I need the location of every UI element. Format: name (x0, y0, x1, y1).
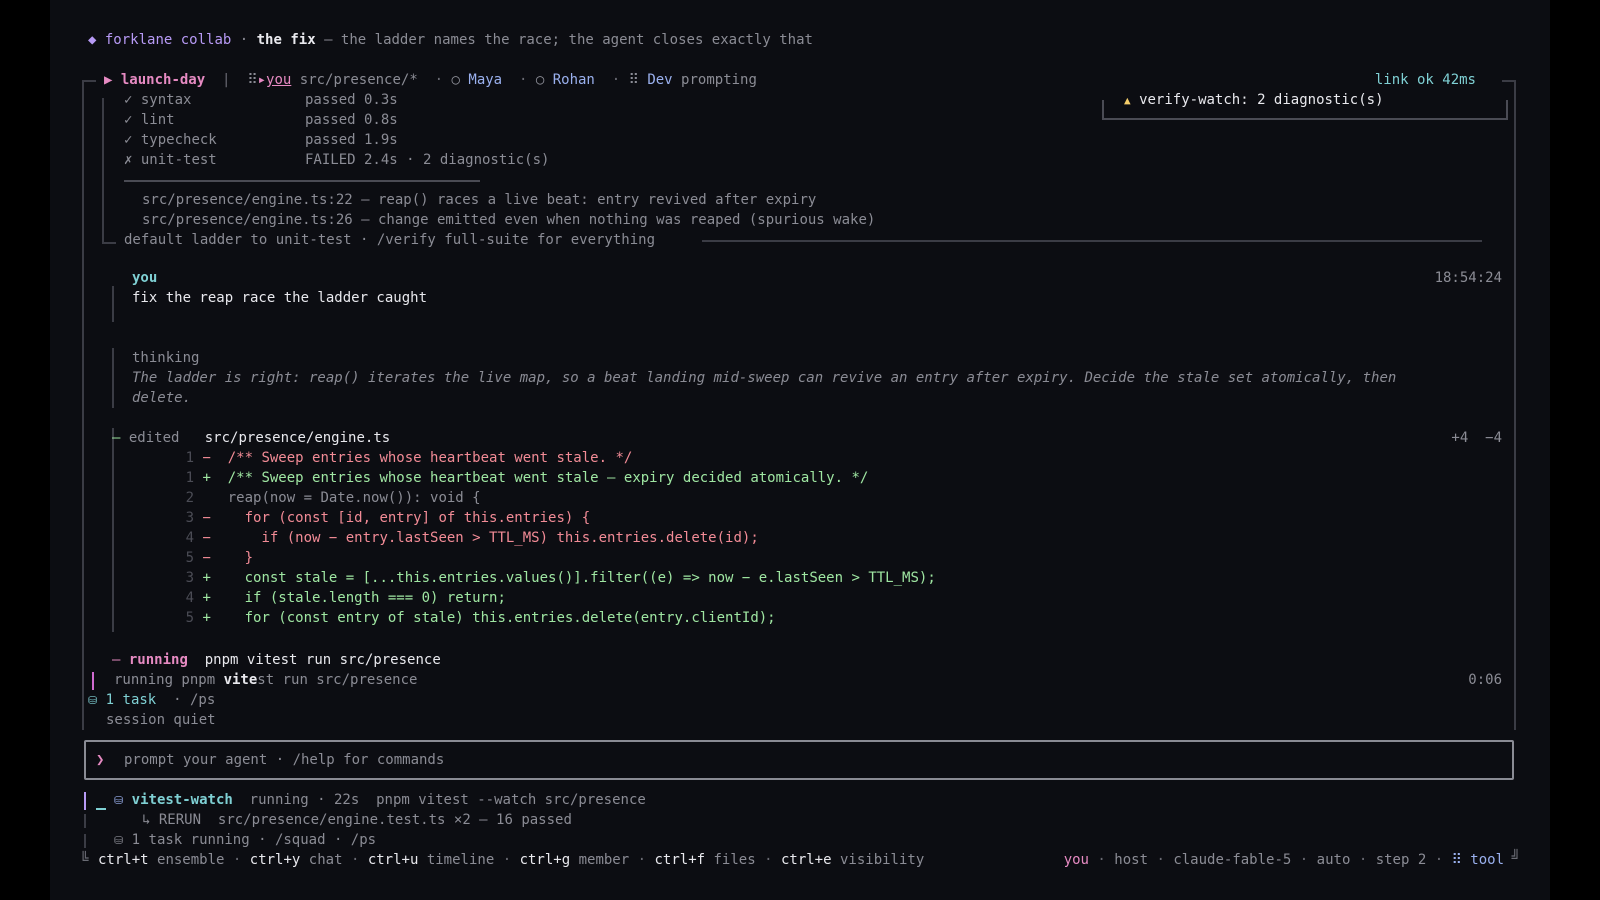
page-title: the fix (256, 32, 316, 48)
ladder-rail (102, 98, 104, 244)
diff-line: 5 − } (185, 550, 254, 566)
thinking-rail (112, 348, 114, 408)
stack-icon: ⛁ (114, 834, 124, 847)
check-row: ✓ typecheck (124, 132, 217, 148)
ps-command[interactable]: /ps (190, 692, 215, 708)
divider (124, 180, 480, 182)
stack-icon: ⛁ (114, 794, 124, 807)
check-row: ✓ lint (124, 112, 175, 128)
rerun-line: ↳ RERUN src/presence/engine.test.ts ×2 —… (142, 812, 572, 828)
session-status: session quiet (106, 712, 216, 728)
member-you[interactable]: you (266, 72, 291, 88)
member-maya[interactable]: Maya (468, 72, 502, 88)
diagnostic-line[interactable]: src/presence/engine.ts:22 — reap() races… (142, 190, 816, 210)
edit-rail (112, 428, 114, 632)
shortcut-key[interactable]: ctrl+g (520, 852, 571, 868)
status-user: you (1063, 852, 1089, 868)
circle-icon: ○ (451, 72, 460, 88)
circle-icon: ○ (535, 72, 545, 88)
message-time: 18:54:24 (1434, 270, 1502, 286)
edit-header[interactable]: — edited src/presence/engine.ts (112, 428, 390, 448)
diagnostic-line[interactable]: src/presence/engine.ts:26 — change emitt… (142, 210, 875, 230)
diff-stats: +4 −4 (1451, 430, 1502, 446)
message-rail (112, 286, 114, 322)
message-text: fix the reap race the ladder caught (132, 290, 428, 306)
running-cmd: pnpm vitest run src/presence (204, 652, 441, 668)
terminal-window: ◆ forklane collab · the fix — the ladder… (50, 0, 1550, 900)
diamond-icon: ◆ (88, 32, 97, 48)
shortcut-key[interactable]: ctrl+u (368, 852, 419, 868)
prompt-placeholder: prompt your agent · /help for commands (124, 752, 445, 768)
shortcut-key[interactable]: ctrl+f (654, 852, 705, 868)
message-author: you (132, 270, 158, 286)
watch-status: running · 22s pnpm vitest --watch src/pr… (249, 792, 646, 808)
status-model[interactable]: claude-fable-5 (1173, 852, 1291, 868)
prompt-caret-icon: ❯ (96, 752, 105, 768)
shortcut-key[interactable]: ctrl+y (250, 852, 301, 868)
thinking-label: thinking (132, 350, 200, 366)
task-running-line: ⛁ 1 task running · /squad · /ps (114, 832, 377, 848)
check-row: ✓ syntax (124, 92, 192, 108)
edit-label: edited (128, 430, 180, 446)
edit-file: src/presence/engine.ts (204, 430, 391, 446)
watch-indicator (84, 792, 86, 810)
shortcut-bar: ctrl+t ensemble · ctrl+y chat · ctrl+u t… (98, 852, 925, 868)
diff-line: 1 − /** Sweep entries whose heartbeat we… (185, 450, 633, 466)
diff-line: 3 + const stale = [...this.entries.value… (185, 570, 936, 586)
elapsed-time: 0:06 (1468, 672, 1502, 688)
prompt-input[interactable]: ❯ prompt your agent · /help for commands (84, 740, 1514, 780)
check-icon: ✓ (124, 112, 133, 128)
app-name: forklane collab (104, 32, 232, 48)
warning-icon: ▲ (1124, 94, 1131, 107)
diff-line: 1 + /** Sweep entries whose heartbeat we… (185, 470, 869, 486)
thinking-text: The ladder is right: reap() iterates the… (132, 370, 1397, 386)
tagline: — the ladder names the race; the agent c… (324, 32, 813, 48)
shortcut-key[interactable]: ctrl+t (98, 852, 149, 868)
check-icon: ✓ (124, 92, 133, 108)
task-summary[interactable]: ⛁ 1 task · /ps (88, 690, 215, 711)
diff-line: 4 + if (stale.length === 0) return; (185, 590, 506, 606)
running-header[interactable]: — running pnpm vitest run src/presence (112, 650, 441, 670)
stack-icon: ⛁ (88, 694, 98, 707)
status-mode[interactable]: auto (1317, 852, 1351, 868)
verify-watch-alert[interactable]: ▲ verify-watch: 2 diagnostic(s) (1122, 90, 1392, 111)
watch-name: vitest-watch (131, 792, 233, 808)
check-icon: ✓ (124, 132, 133, 148)
diff-line: 5 + for (const entry of stale) this.entr… (185, 610, 776, 626)
status-tool[interactable]: tool (1470, 852, 1504, 868)
tab-bar: ▶ launch-day | ⠿▸you src/presence/* · ○ … (104, 72, 757, 88)
diff-line: 2 reap(now = Date.now()): void { (185, 490, 481, 506)
you-glyph-icon: ⠿ (247, 72, 258, 88)
status-bar: you · host · claude-fable-5 · auto · ste… (1063, 852, 1504, 868)
play-icon: ▶ (104, 72, 113, 88)
running-label: running (128, 652, 188, 668)
alert-text: verify-watch: 2 diagnostic(s) (1139, 92, 1384, 108)
status-step: step 2 (1375, 852, 1427, 868)
shortcut-key[interactable]: ctrl+e (781, 852, 832, 868)
diff-line: 4 − if (now − entry.lastSeen > TTL_MS) t… (185, 530, 759, 546)
check-row-failed: ✗ unit-test (124, 152, 217, 168)
dev-glyph-icon: ⠿ (628, 72, 639, 88)
tool-glyph-icon: ⠿ (1451, 852, 1462, 868)
ladder-footer: default ladder to unit-test · /verify fu… (124, 232, 656, 248)
watch-task[interactable]: ⛁ vitest-watch running · 22s pnpm vitest… (114, 790, 646, 811)
frame-right-border (1514, 80, 1516, 720)
diff-line: 3 − for (const [id, entry] of this.entri… (185, 510, 591, 526)
running-status: running pnpm vitest run src/presence (114, 672, 418, 688)
frame-left-border (82, 80, 84, 720)
status-role: host (1114, 852, 1149, 868)
branch-tab[interactable]: launch-day (121, 72, 205, 88)
header: ◆ forklane collab · the fix — the ladder… (88, 32, 813, 48)
task-count: 1 task (105, 692, 157, 708)
dev-status: prompting (681, 72, 757, 88)
member-dev[interactable]: Dev (647, 72, 672, 88)
activity-indicator (92, 672, 94, 690)
link-status: link ok 42ms (1374, 72, 1476, 88)
member-rohan[interactable]: Rohan (553, 72, 595, 88)
cross-icon: ✗ (124, 152, 133, 168)
scope-path: src/presence/* (299, 72, 418, 88)
